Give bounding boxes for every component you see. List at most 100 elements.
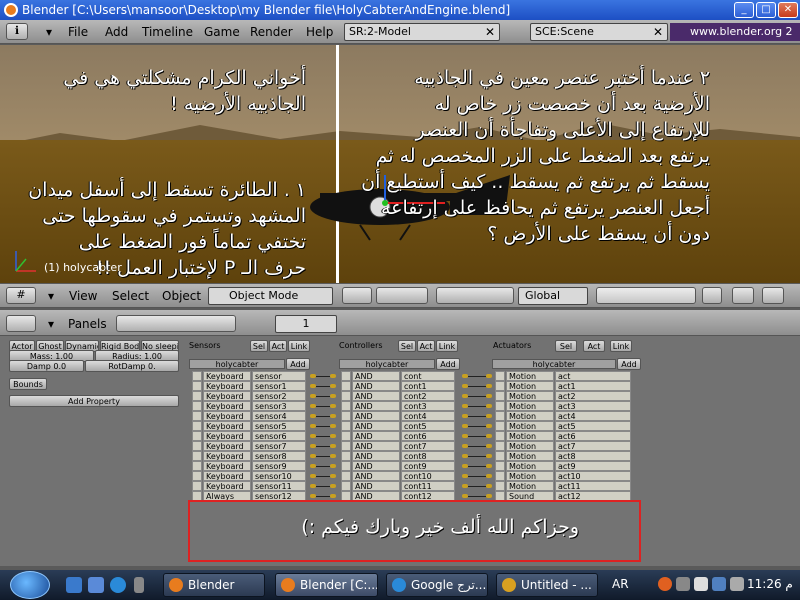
actuator-name[interactable]: act1 [555,381,631,391]
sensors-act-button[interactable]: Act [269,340,287,352]
actuator-in-connector[interactable] [486,404,492,408]
actuator-name[interactable]: act8 [555,451,631,461]
close-screen-icon[interactable]: ✕ [483,25,497,39]
tray-icon[interactable] [676,577,690,591]
actuator-name[interactable]: act7 [555,441,631,451]
sensor-type[interactable]: Keyboard [203,371,251,381]
expand-icon[interactable] [134,577,144,593]
controller-expand-icon[interactable] [341,381,351,391]
controller-expand-icon[interactable] [341,421,351,431]
actuator-type[interactable]: Motion [506,411,554,421]
controllers-link-button[interactable]: Link [436,340,458,352]
screen-selector[interactable]: SR:2-Model [344,23,500,41]
controller-name[interactable]: cont4 [401,411,455,421]
language-indicator[interactable]: AR [612,577,629,591]
controller-in-connector[interactable] [330,394,336,398]
actuators-sel-button[interactable]: Sel [555,340,577,352]
controller-expand-icon[interactable] [341,451,351,461]
sensors-object-name[interactable]: holycabter [189,359,285,369]
controller-type[interactable]: AND [352,411,400,421]
controller-in-connector[interactable] [330,424,336,428]
controller-in-connector[interactable] [330,404,336,408]
menu-game[interactable]: Game [204,25,240,39]
actuator-in-connector[interactable] [486,394,492,398]
sensor-type[interactable]: Keyboard [203,471,251,481]
shading-icon[interactable] [342,287,372,304]
sensor-expand-icon[interactable] [192,411,202,421]
actuator-in-connector[interactable] [486,474,492,478]
show-desktop-icon[interactable] [66,577,82,593]
actuator-type[interactable]: Motion [506,451,554,461]
clock[interactable]: 11:26 م [747,577,793,591]
sensor-name[interactable]: sensor9 [252,461,306,471]
actuator-in-connector[interactable] [486,464,492,468]
controller-type[interactable]: AND [352,481,400,491]
controller-name[interactable]: cont11 [401,481,455,491]
taskbar-item-paint[interactable]: Untitled - ... [496,573,598,597]
controller-type[interactable]: AND [352,421,400,431]
controller-in-connector[interactable] [330,414,336,418]
actuator-in-connector[interactable] [486,494,492,498]
switch-windows-icon[interactable] [88,577,104,593]
controller-type[interactable]: AND [352,441,400,451]
sensor-expand-icon[interactable] [192,441,202,451]
sensor-type[interactable]: Keyboard [203,451,251,461]
sensor-type[interactable]: Keyboard [203,431,251,441]
controller-in-connector[interactable] [330,454,336,458]
actuator-name[interactable]: act3 [555,401,631,411]
blender-site-link[interactable]: www.blender.org 2 [670,23,800,41]
controller-expand-icon[interactable] [341,431,351,441]
controller-in-connector[interactable] [330,494,336,498]
taskbar-item-blender-file[interactable]: Blender [C:... [275,573,378,597]
controller-name[interactable]: cont2 [401,391,455,401]
actuator-in-connector[interactable] [486,424,492,428]
link-icon[interactable] [732,287,754,304]
minimize-button[interactable]: _ [734,2,754,18]
actuator-expand-icon[interactable] [495,411,505,421]
close-scene-icon[interactable]: ✕ [651,25,665,39]
sensor-name[interactable]: sensor5 [252,421,306,431]
sensor-type[interactable]: Keyboard [203,441,251,451]
taskbar-item-google-translate[interactable]: Google ترج... [386,573,488,597]
controller-expand-icon[interactable] [341,371,351,381]
actuator-name[interactable]: act2 [555,391,631,401]
viewport-split-divider[interactable] [336,45,339,283]
controller-in-connector[interactable] [330,474,336,478]
controller-name[interactable]: cont7 [401,441,455,451]
controller-in-connector[interactable] [330,434,336,438]
sensors-sel-button[interactable]: Sel [250,340,268,352]
actuator-type[interactable]: Motion [506,401,554,411]
menu-timeline[interactable]: Timeline [142,25,193,39]
actuator-type[interactable]: Motion [506,381,554,391]
actuator-type[interactable]: Motion [506,481,554,491]
taskbar-item-blender[interactable]: Blender [163,573,265,597]
lock-icon[interactable] [702,287,722,304]
actuator-in-connector[interactable] [486,434,492,438]
sensor-expand-icon[interactable] [192,481,202,491]
controller-name[interactable]: cont5 [401,421,455,431]
sensor-type[interactable]: Keyboard [203,381,251,391]
actuator-name[interactable]: act6 [555,431,631,441]
controller-expand-icon[interactable] [341,441,351,451]
actuator-type[interactable]: Motion [506,441,554,451]
controller-name[interactable]: cont9 [401,461,455,471]
controller-name[interactable]: cont6 [401,431,455,441]
sensor-expand-icon[interactable] [192,421,202,431]
actuator-expand-icon[interactable] [495,451,505,461]
controller-type[interactable]: AND [352,461,400,471]
collapse-triangle-icon[interactable]: ▾ [44,317,58,331]
actuator-name[interactable]: act9 [555,461,631,471]
controller-type[interactable]: AND [352,371,400,381]
add-controller-button[interactable]: Add [436,358,460,370]
panel-tab-icons[interactable] [116,315,236,332]
actuator-name[interactable]: act5 [555,421,631,431]
actuator-expand-icon[interactable] [495,371,505,381]
sensor-expand-icon[interactable] [192,381,202,391]
sensor-name[interactable]: sensor1 [252,381,306,391]
collapse-triangle-icon[interactable]: ▾ [42,25,56,39]
sensor-name[interactable]: sensor6 [252,431,306,441]
sensor-name[interactable]: sensor8 [252,451,306,461]
pivot-icon[interactable] [376,287,428,304]
sensor-name[interactable]: sensor7 [252,441,306,451]
actuator-expand-icon[interactable] [495,481,505,491]
